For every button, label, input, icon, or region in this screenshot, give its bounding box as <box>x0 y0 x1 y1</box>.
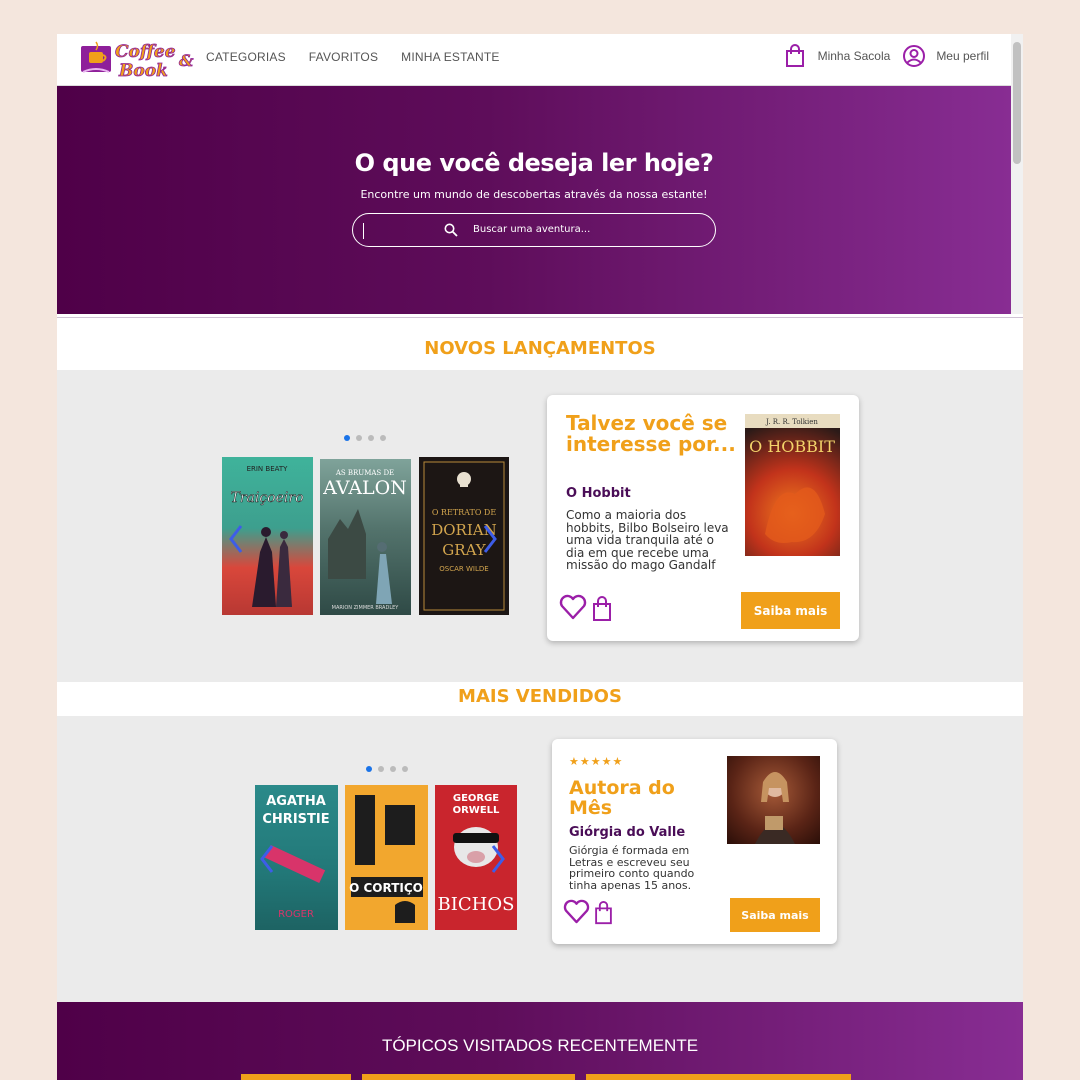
search-icon <box>444 223 458 237</box>
nav-categorias[interactable]: CATEGORIAS <box>206 50 286 64</box>
author-of-month-title: Autora do Mês <box>569 777 675 819</box>
topic-chip[interactable] <box>241 1074 351 1080</box>
new-releases-title: NOVOS LANÇAMENTOS <box>424 338 656 359</box>
svg-text:GRAY: GRAY <box>442 541 487 559</box>
carousel-prev-arrow[interactable] <box>228 524 244 554</box>
hero-title: O que você deseja ler hoje? <box>354 149 714 177</box>
new-releases-band <box>57 370 1023 682</box>
saiba-mais-button[interactable]: Saiba mais <box>741 592 840 629</box>
nav-minha-estante[interactable]: MINHA ESTANTE <box>401 50 499 64</box>
rating-stars: ★★★★★ <box>569 755 624 768</box>
svg-text:J. R. R. Tolkien: J. R. R. Tolkien <box>765 418 818 426</box>
book-cover[interactable]: O CORTIÇO <box>345 785 428 930</box>
recent-topics-title: TÓPICOS VISITADOS RECENTEMENTE <box>381 1036 699 1055</box>
svg-text:MARION ZIMMER BRADLEY: MARION ZIMMER BRADLEY <box>332 605 400 611</box>
carousel-prev-arrow[interactable] <box>259 844 275 874</box>
site-header: Coffee Book & CATEGORIAS FAVORITOS MINHA… <box>57 34 1011 86</box>
heart-icon[interactable] <box>559 594 587 620</box>
author-of-month-card: ★★★★★ Autora do Mês Giórgia do Valle Gió… <box>552 739 837 944</box>
carousel-next-arrow[interactable] <box>482 524 498 554</box>
coffee-book-logo[interactable]: Coffee Book & <box>79 38 197 81</box>
recommendation-title: Talvez você se interesse por... <box>566 411 736 456</box>
carousel-next-arrow[interactable] <box>490 844 506 874</box>
hobbit-cover[interactable]: J. R. R. Tolkien O HOBBIT <box>745 414 840 556</box>
svg-text:Book: Book <box>118 61 168 80</box>
heart-icon[interactable] <box>563 899 590 924</box>
svg-text:AS BRUMAS DE: AS BRUMAS DE <box>335 469 394 477</box>
svg-text:AVALON: AVALON <box>322 477 407 499</box>
svg-text:AGATHA: AGATHA <box>266 794 326 809</box>
hero-banner: O que você deseja ler hoje? Encontre um … <box>57 86 1011 314</box>
best-sellers-band <box>57 716 1023 1002</box>
saiba-mais-button[interactable]: Saiba mais <box>730 898 820 932</box>
carousel-dots[interactable] <box>344 435 386 441</box>
svg-text:OSCAR WILDE: OSCAR WILDE <box>439 565 488 573</box>
topic-chip[interactable] <box>362 1074 575 1080</box>
best-sellers-title: MAIS VENDIDOS <box>458 686 622 707</box>
carousel-dot-1[interactable] <box>344 435 350 441</box>
author-name: Giórgia do Valle <box>569 825 686 840</box>
carousel-dot-2[interactable] <box>378 766 384 772</box>
minha-sacola-link[interactable]: Minha Sacola <box>818 49 891 63</box>
svg-text:Coffee: Coffee <box>115 42 176 62</box>
svg-text:O HOBBIT: O HOBBIT <box>749 437 835 456</box>
recommended-book-name: O Hobbit <box>566 486 631 501</box>
scrollbar-thumb[interactable] <box>1013 42 1021 164</box>
author-photo <box>727 756 820 844</box>
add-to-bag-icon[interactable] <box>591 596 613 622</box>
recommended-book-description: Como a maioria dos hobbits, Bilbo Bolsei… <box>566 508 729 573</box>
svg-text:O CORTIÇO: O CORTIÇO <box>349 881 423 895</box>
user-nav: Minha Sacola Meu perfil <box>784 44 989 68</box>
recent-topics-section: TÓPICOS VISITADOS RECENTEMENTE <box>57 1002 1023 1080</box>
search-placeholder: Buscar uma aventura... <box>473 224 591 235</box>
user-profile-icon[interactable] <box>902 44 926 68</box>
carousel-dot-4[interactable] <box>380 435 386 441</box>
svg-text:CHRISTIE: CHRISTIE <box>262 812 329 827</box>
carousel-dots[interactable] <box>366 766 408 772</box>
shopping-bag-icon[interactable] <box>784 44 806 68</box>
hero-subtitle: Encontre um mundo de descobertas através… <box>360 188 708 201</box>
add-to-bag-icon[interactable] <box>593 901 614 925</box>
carousel-dot-4[interactable] <box>402 766 408 772</box>
svg-text:O RETRATO DE: O RETRATO DE <box>432 508 497 517</box>
page-scrollbar[interactable] <box>1011 34 1023 314</box>
author-bio: Giórgia é formada em Letras e escreveu s… <box>569 844 695 892</box>
section-divider <box>57 317 1023 318</box>
svg-text:Traiçoeiro: Traiçoeiro <box>230 490 303 506</box>
nav-favoritos[interactable]: FAVORITOS <box>309 50 378 64</box>
svg-text:ERIN BEATY: ERIN BEATY <box>247 465 289 473</box>
svg-text:BICHOS: BICHOS <box>438 894 515 915</box>
svg-text:GEORGE: GEORGE <box>453 793 499 804</box>
carousel-dot-2[interactable] <box>356 435 362 441</box>
meu-perfil-link[interactable]: Meu perfil <box>936 49 989 63</box>
svg-text:ORWELL: ORWELL <box>453 805 500 816</box>
text-caret <box>363 223 364 239</box>
carousel-dot-3[interactable] <box>368 435 374 441</box>
svg-text:&: & <box>179 51 194 70</box>
topic-chip[interactable] <box>586 1074 851 1080</box>
browser-page: Coffee Book & CATEGORIAS FAVORITOS MINHA… <box>57 34 1023 1080</box>
recommendation-card: Talvez você se interesse por... O Hobbit… <box>547 395 859 641</box>
book-cover[interactable]: AS BRUMAS DE AVALON MARION ZIMMER BRADLE… <box>320 459 411 615</box>
svg-text:ROGER: ROGER <box>278 909 314 920</box>
carousel-dot-1[interactable] <box>366 766 372 772</box>
search-input[interactable]: Buscar uma aventura... <box>352 213 716 247</box>
carousel-dot-3[interactable] <box>390 766 396 772</box>
main-nav: CATEGORIAS FAVORITOS MINHA ESTANTE <box>206 50 500 64</box>
